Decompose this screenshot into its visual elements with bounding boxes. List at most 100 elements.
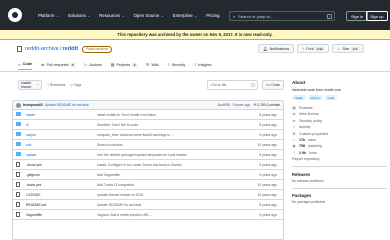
sidebar-link-text: Activity [299,125,311,130]
repo-owner-link[interactable]: reddit-archive [25,46,59,52]
book-icon: ☰ [145,62,150,67]
nav-item-enterprise[interactable]: Enterprise ⌄ [173,13,197,18]
nav-item-pricing[interactable]: Pricing [206,13,219,18]
table-row[interactable]: .gitignore Add Vagrantfile. 9 years ago [13,170,283,180]
fork-button[interactable]: ⑂ Fork 2.9k [297,44,330,53]
about-links: ▤ Readme ⚖ View license ⚖ Security policy ⌁ Act… [292,106,387,155]
license-link[interactable]: ⚖ View license [292,112,387,116]
file-name-link[interactable]: .drone.yml [26,163,42,167]
tab-actions[interactable]: ▷ Actions [84,59,102,70]
go-to-file-input[interactable]: ⌕ Go to file t [207,80,258,90]
table-row[interactable]: README.md Update README for archival 8 yea… [13,200,283,210]
tab-code[interactable]: ‹› Code [18,59,33,70]
repo-name-link[interactable]: reddit [62,46,78,52]
file-commit-message[interactable]: Add Travis CI integration. [97,183,135,187]
commits-link[interactable]: ⟲ 2,760 Commits [253,103,280,107]
activity-link[interactable]: ⌁ Activity [292,125,387,129]
packages-heading[interactable]: Packages [292,193,387,198]
folder-icon [16,132,21,136]
github-logo-icon[interactable] [8,8,22,22]
file-commit-message[interactable]: Install: Configure to run under Drone an… [97,163,182,167]
file-name-link[interactable]: scripts [26,133,36,137]
readme-link[interactable]: ▤ Readme [292,106,387,110]
chevron-down-icon: ⌄ [36,82,39,87]
search-placeholder: Search or jump to... [238,13,274,19]
stars-link[interactable]: ☆ 17k stars [292,138,387,142]
nav-item-resources[interactable]: Resources ⌄ [99,13,124,18]
file-name-link[interactable]: install [26,113,35,117]
table-row[interactable]: .travis.yml Add Travis CI integration. 10 … [13,180,283,190]
file-commit-message[interactable]: Vagrant: Add a reddit-preview URL... [97,213,152,217]
table-row[interactable]: LICENSE Update license header to 2015. 10 … [13,190,283,200]
file-commit-message[interactable]: Update license header to 2015. [97,193,144,197]
packages-empty-text: No packages published [292,200,326,205]
report-repository-link[interactable]: Report repository [292,157,387,161]
nav-item-platform[interactable]: Platform ⌄ [38,13,59,18]
tab-insights[interactable]: ⌇ Insights [194,59,211,70]
file-commit-message[interactable]: Sanitizer: Don't link to code [97,123,138,127]
chevron-down-icon: ⌄ [55,13,59,18]
file-name-link[interactable]: Vagrantfile [26,213,42,217]
file-commit-message[interactable]: Add Vagrantfile. [97,173,121,177]
file-commit-age: 9 years ago [259,172,277,177]
file-name-link[interactable]: README.md [26,203,46,207]
tab-pull-requests[interactable]: ⇄ Pull requests 5 [41,59,76,70]
file-name-link[interactable]: .gitignore [26,173,40,177]
commit-message[interactable]: Update README for archival [45,103,89,107]
table-row[interactable]: upstart Use the default packaged upstart … [13,150,283,160]
file-name-link[interactable]: solr [26,143,31,147]
notifications-button[interactable]: 🔔︎ Notifications [258,44,295,53]
folder-icon [16,152,21,156]
table-row[interactable]: Vagrantfile Vagrant: Add a reddit-preview… [13,210,283,220]
watchers-link[interactable]: ◉ 758 watching [292,144,387,148]
tab-wiki[interactable]: ☰ Wiki [146,59,159,70]
law-icon: ⚖ [292,118,296,123]
branches-link[interactable]: ⑂ Branches [47,83,65,87]
folder-icon [16,112,21,116]
commit-author[interactable]: bsimpson63 [23,103,43,107]
avatar[interactable] [16,102,21,108]
releases-heading[interactable]: Releases [292,172,387,177]
about-sidebar: About historical code from reddit.com re… [292,80,387,240]
sign-up-button[interactable]: Sign up [366,11,388,21]
forks-link[interactable]: ⑂ 2.9k forks [292,151,387,155]
table-row[interactable]: solr Search providers 10 years ago [13,140,283,150]
commit-hash-time[interactable]: 4ca9f38 · 9 years ago [218,103,251,107]
tab-security[interactable]: ◊ Security [168,59,186,70]
shield-icon: ◊ [167,62,170,67]
star-icon: ☆ [292,137,296,142]
table-row[interactable]: install install-reddit.sh: Don't install … [13,110,283,120]
topic-tag[interactable]: code [324,95,338,100]
sign-in-button[interactable]: Sign in [346,11,369,21]
table-row[interactable]: scripts compute_time: Address some flake8… [13,130,283,140]
table-row[interactable]: .drone.yml Install: Configure to run unde… [13,160,283,170]
sidebar-link-text: Security policy [299,118,323,123]
tags-link[interactable]: ◇ Tags [70,83,81,87]
file-commit-message[interactable]: Search providers [97,143,123,147]
branch-selector[interactable]: master branch ⌄ [18,80,42,90]
nav-item-open-source[interactable]: Open Source ⌄ [134,13,164,18]
file-commit-message[interactable]: Use the default packaged upstart templat… [97,153,187,157]
file-commit-age: 9 years ago [259,162,277,167]
file-commit-age: 9 years ago [259,152,277,157]
file-name-link[interactable]: upstart [26,153,36,157]
nav-item-solutions[interactable]: Solutions ⌄ [68,13,90,18]
custom-properties-link[interactable]: ⚙ Custom properties [292,132,387,136]
public-archive-badge: Public archive [82,45,112,53]
tab-projects[interactable]: ▦ Projects 0 [111,59,137,70]
table-row[interactable]: r2 Sanitizer: Don't link to code 8 years a… [13,120,283,130]
topic-tag[interactable]: python [307,95,323,100]
file-name-link[interactable]: .travis.yml [26,183,41,187]
file-commit-message[interactable]: compute_time: Address some flake8 warnin… [97,133,174,137]
star-button[interactable]: ☆ Star 17k [332,44,364,53]
global-search-input[interactable]: ⌕ Search or jump to... / [229,11,335,21]
file-name-link[interactable]: LICENSE [26,193,41,197]
security-policy-link[interactable]: ⚖ Security policy [292,119,387,123]
file-commit-message[interactable]: install-reddit.sh: Don't install rvm/rub… [97,113,156,117]
code-dropdown-button[interactable]: <> Code [262,80,284,90]
topic-tag[interactable]: reddit [292,95,306,100]
file-commit-age: 10 years ago [257,182,277,187]
latest-commit-bar: bsimpson63 Update README for archival 4c… [13,101,283,110]
file-name-link[interactable]: r2 [26,123,29,127]
file-commit-message[interactable]: Update README for archival [97,203,141,207]
